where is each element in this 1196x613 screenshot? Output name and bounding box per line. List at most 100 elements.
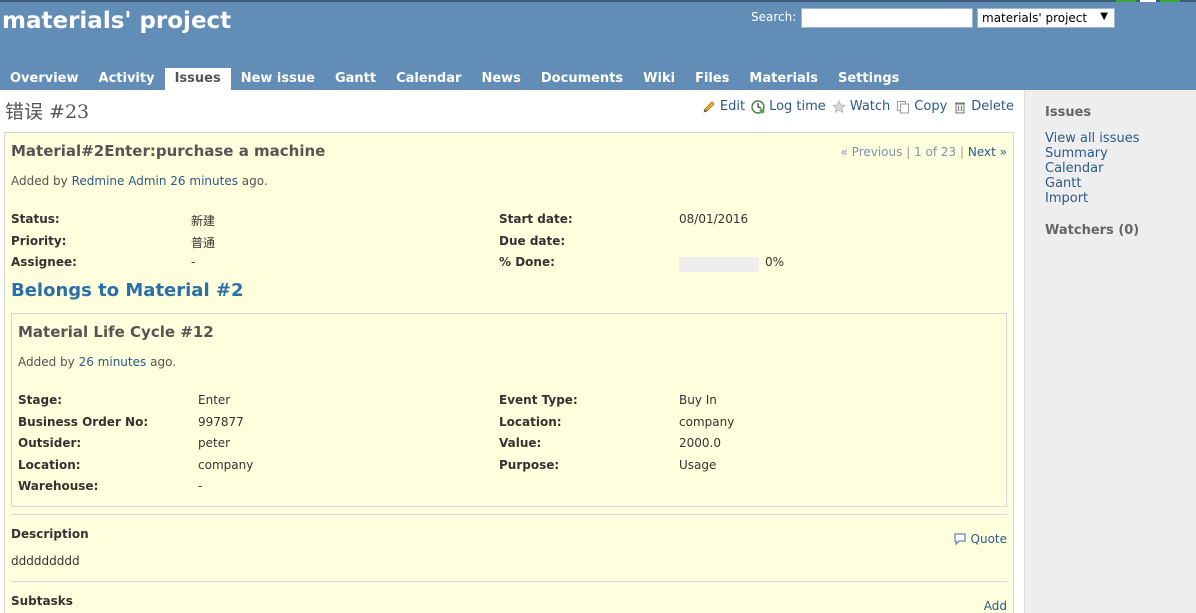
sidebar-links: View all issues Summary Calendar Gantt I…	[1045, 131, 1139, 206]
sidebar-link-calendar[interactable]: Calendar	[1045, 161, 1139, 176]
status-label: Status:	[11, 212, 60, 226]
belongs-to-heading: Belongs to Material #2	[11, 280, 244, 301]
tab-settings[interactable]: Settings	[828, 68, 909, 90]
start-date-value: 08/01/2016	[679, 212, 749, 226]
header: materials' project Search: materials' pr…	[0, 2, 1196, 90]
project-jump-value: materials' project	[982, 11, 1088, 25]
divider	[11, 514, 1007, 515]
time-ago-link[interactable]: 26 minutes	[170, 174, 238, 188]
event-type-label: Event Type:	[499, 393, 578, 407]
delete-button[interactable]: Delete	[953, 99, 1014, 114]
location-right-value: company	[679, 415, 735, 429]
edit-label: Edit	[719, 99, 746, 114]
dropdown-caret-icon: ▼	[1100, 11, 1108, 22]
purpose-label: Purpose:	[499, 458, 560, 472]
issue-subject: Material#2Enter:purchase a machine	[11, 142, 326, 160]
issue-actions: Edit Log time Watch Copy Delete	[702, 99, 1014, 114]
added-suffix: ago.	[241, 174, 268, 188]
tab-new-issue[interactable]: New issue	[231, 68, 325, 90]
log-time-icon	[751, 99, 765, 114]
outsider-value: peter	[198, 436, 231, 450]
start-date-label: Start date:	[499, 212, 573, 226]
quote-button[interactable]: Quote	[953, 532, 1007, 546]
divider-2	[11, 581, 1007, 582]
material-added-suffix: ago.	[150, 355, 177, 369]
next-issue-link[interactable]: Next »	[968, 145, 1007, 159]
issue-details: Material#2Enter:purchase a machine « Pre…	[4, 132, 1014, 613]
edit-button[interactable]: Edit	[702, 99, 745, 114]
search-input[interactable]	[801, 8, 973, 28]
stage-value: Enter	[198, 393, 231, 407]
priority-value: 普通	[191, 236, 216, 250]
material-lifecycle-box: Material Life Cycle #12 Added by 26 minu…	[11, 313, 1007, 507]
copy-label: Copy	[914, 99, 948, 114]
sidebar-issues-title: Issues	[1045, 105, 1092, 120]
watch-label: Watch	[849, 99, 891, 114]
tab-materials[interactable]: Materials	[739, 68, 828, 90]
quote-icon	[953, 532, 967, 546]
tab-files[interactable]: Files	[685, 68, 739, 90]
main-content: 错误 #23 Edit Log time Watch Copy Delete M…	[0, 90, 1024, 613]
tab-overview[interactable]: Overview	[0, 68, 89, 90]
material-time-ago-link[interactable]: 26 minutes	[79, 355, 147, 369]
tab-issues[interactable]: Issues	[164, 68, 231, 90]
tab-gantt[interactable]: Gantt	[325, 68, 386, 90]
watch-button[interactable]: Watch	[831, 99, 891, 114]
warehouse-value: -	[198, 479, 203, 493]
description-title: Description	[11, 527, 89, 541]
material-added-by-prefix: Added by	[18, 355, 75, 369]
location-right-label: Location:	[499, 415, 562, 429]
sidebar-link-gantt[interactable]: Gantt	[1045, 176, 1139, 191]
sidebar: Issues View all issues Summary Calendar …	[1024, 90, 1196, 613]
tab-calendar[interactable]: Calendar	[386, 68, 471, 90]
stage-label: Stage:	[18, 393, 63, 407]
edit-icon	[702, 100, 716, 114]
assignee-label: Assignee:	[11, 255, 77, 269]
issue-navigation: « Previous | 1 of 23 | Next »	[841, 145, 1007, 159]
issue-heading: 错误 #23	[5, 101, 90, 123]
log-time-label: Log time	[769, 99, 826, 114]
business-order-label: Business Order No:	[18, 415, 149, 429]
issue-author-line: Added by Redmine Admin 26 minutes ago.	[11, 174, 268, 188]
business-order-value: 997877	[198, 415, 244, 429]
done-ratio-label: % Done:	[499, 255, 555, 269]
purpose-value: Usage	[679, 458, 717, 472]
subtasks-title: Subtasks	[11, 594, 73, 608]
project-jump-select[interactable]: materials' project ▼	[977, 8, 1115, 28]
priority-label: Priority:	[11, 234, 67, 248]
sidebar-link-view-all-issues[interactable]: View all issues	[1045, 131, 1139, 146]
tab-activity[interactable]: Activity	[89, 68, 165, 90]
copy-button[interactable]: Copy	[896, 99, 947, 114]
nav-separator: |	[906, 145, 915, 159]
issue-position: 1 of 23	[914, 145, 957, 159]
location-label: Location:	[18, 458, 81, 472]
main-menu: Overview Activity Issues New issue Gantt…	[0, 68, 909, 90]
author-link[interactable]: Redmine Admin	[72, 174, 167, 188]
done-progress-bar	[679, 257, 759, 272]
log-time-button[interactable]: Log time	[751, 99, 826, 114]
tab-wiki[interactable]: Wiki	[633, 68, 685, 90]
watchers-title: Watchers (0)	[1045, 223, 1140, 238]
material-lifecycle-title: Material Life Cycle #12	[18, 323, 214, 341]
value-label: Value:	[499, 436, 542, 450]
status-value: 新建	[191, 214, 216, 228]
tab-documents[interactable]: Documents	[531, 68, 633, 90]
quote-label: Quote	[970, 532, 1007, 546]
value-value: 2000.0	[679, 436, 721, 450]
done-ratio-value: 0%	[765, 255, 785, 269]
add-subtask-link[interactable]: Add	[984, 599, 1007, 613]
previous-issue-link[interactable]: « Previous	[841, 145, 903, 159]
description-text: ddddddddd	[11, 554, 80, 568]
event-type-value: Buy In	[679, 393, 717, 407]
outsider-label: Outsider:	[18, 436, 82, 450]
material-author-line: Added by 26 minutes ago.	[18, 355, 176, 369]
tab-news[interactable]: News	[471, 68, 530, 90]
delete-label: Delete	[971, 99, 1014, 114]
due-date-label: Due date:	[499, 234, 566, 248]
watch-icon	[831, 99, 846, 114]
delete-icon	[953, 100, 967, 114]
search-label: Search:	[751, 10, 797, 24]
sidebar-link-summary[interactable]: Summary	[1045, 146, 1139, 161]
sidebar-link-import[interactable]: Import	[1045, 191, 1139, 206]
location-value: company	[198, 458, 254, 472]
